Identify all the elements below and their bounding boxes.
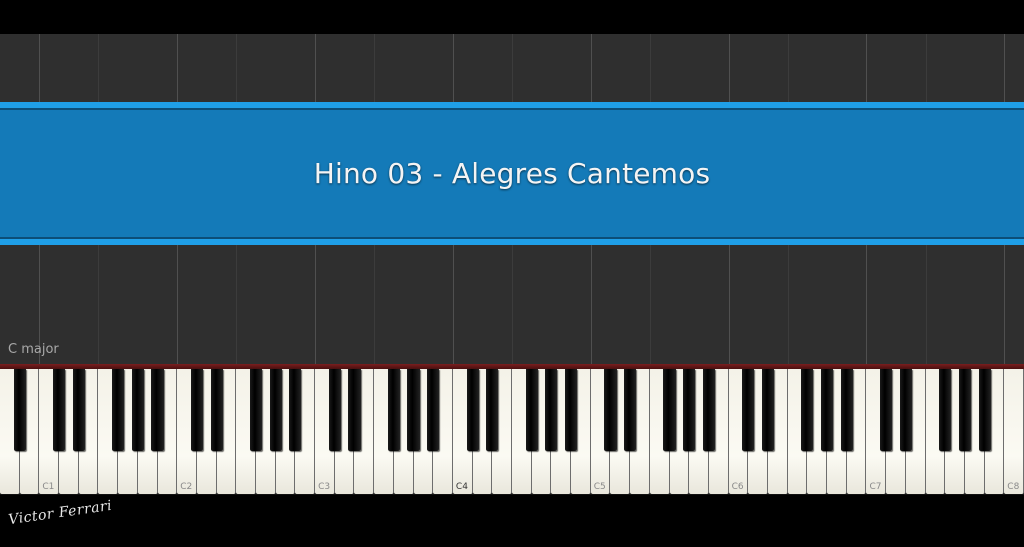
black-key[interactable] xyxy=(466,369,479,451)
title-banner: Hino 03 - Alegres Cantemos xyxy=(0,102,1024,245)
black-key[interactable] xyxy=(663,369,676,451)
black-key[interactable] xyxy=(624,369,637,451)
bottom-letterbox xyxy=(0,495,1024,547)
black-key[interactable] xyxy=(939,369,952,451)
black-key[interactable] xyxy=(131,369,144,451)
black-key[interactable] xyxy=(880,369,893,451)
black-key[interactable] xyxy=(387,369,400,451)
black-key[interactable] xyxy=(702,369,716,451)
black-key[interactable] xyxy=(427,369,440,451)
top-letterbox xyxy=(0,0,1024,34)
black-key[interactable] xyxy=(407,369,420,451)
black-key[interactable] xyxy=(289,369,302,451)
octave-label: C2 xyxy=(180,482,193,492)
black-key[interactable] xyxy=(486,369,499,451)
black-key[interactable] xyxy=(328,369,341,451)
octave-label: C4 xyxy=(455,482,468,492)
black-key[interactable] xyxy=(249,369,263,451)
key-signature-label: C major xyxy=(8,342,59,357)
black-key[interactable] xyxy=(761,369,775,451)
piano-keyboard[interactable]: C1 C2 C3 C4 C5 C6 C7 C8 xyxy=(0,369,1024,495)
octave-label: C3 xyxy=(318,482,331,492)
black-key[interactable] xyxy=(112,369,125,451)
black-key[interactable] xyxy=(525,369,538,451)
black-key[interactable] xyxy=(190,369,204,451)
black-key[interactable] xyxy=(801,369,814,451)
black-key[interactable] xyxy=(13,369,26,451)
black-key[interactable] xyxy=(978,369,991,451)
song-title: Hino 03 - Alegres Cantemos xyxy=(313,157,711,190)
black-key[interactable] xyxy=(683,369,696,451)
black-key[interactable] xyxy=(820,369,834,451)
black-key[interactable] xyxy=(151,369,164,451)
black-key[interactable] xyxy=(269,369,282,451)
title-banner-inner: Hino 03 - Alegres Cantemos xyxy=(0,108,1024,239)
black-key[interactable] xyxy=(348,369,361,451)
black-key[interactable] xyxy=(72,369,85,451)
octave-label: C6 xyxy=(731,482,744,492)
white-key[interactable]: C8 xyxy=(1004,369,1024,494)
black-key[interactable] xyxy=(545,369,558,451)
black-key[interactable] xyxy=(604,369,617,451)
black-key[interactable] xyxy=(52,369,66,451)
black-key[interactable] xyxy=(958,369,972,451)
octave-label: C1 xyxy=(42,482,55,492)
black-key[interactable] xyxy=(899,369,912,451)
black-key[interactable] xyxy=(210,369,223,451)
octave-label: C5 xyxy=(593,482,606,492)
black-key[interactable] xyxy=(742,369,755,451)
black-key[interactable] xyxy=(840,369,853,451)
octave-label: C8 xyxy=(1007,482,1020,492)
octave-label: C7 xyxy=(869,482,882,492)
black-key[interactable] xyxy=(564,369,578,451)
